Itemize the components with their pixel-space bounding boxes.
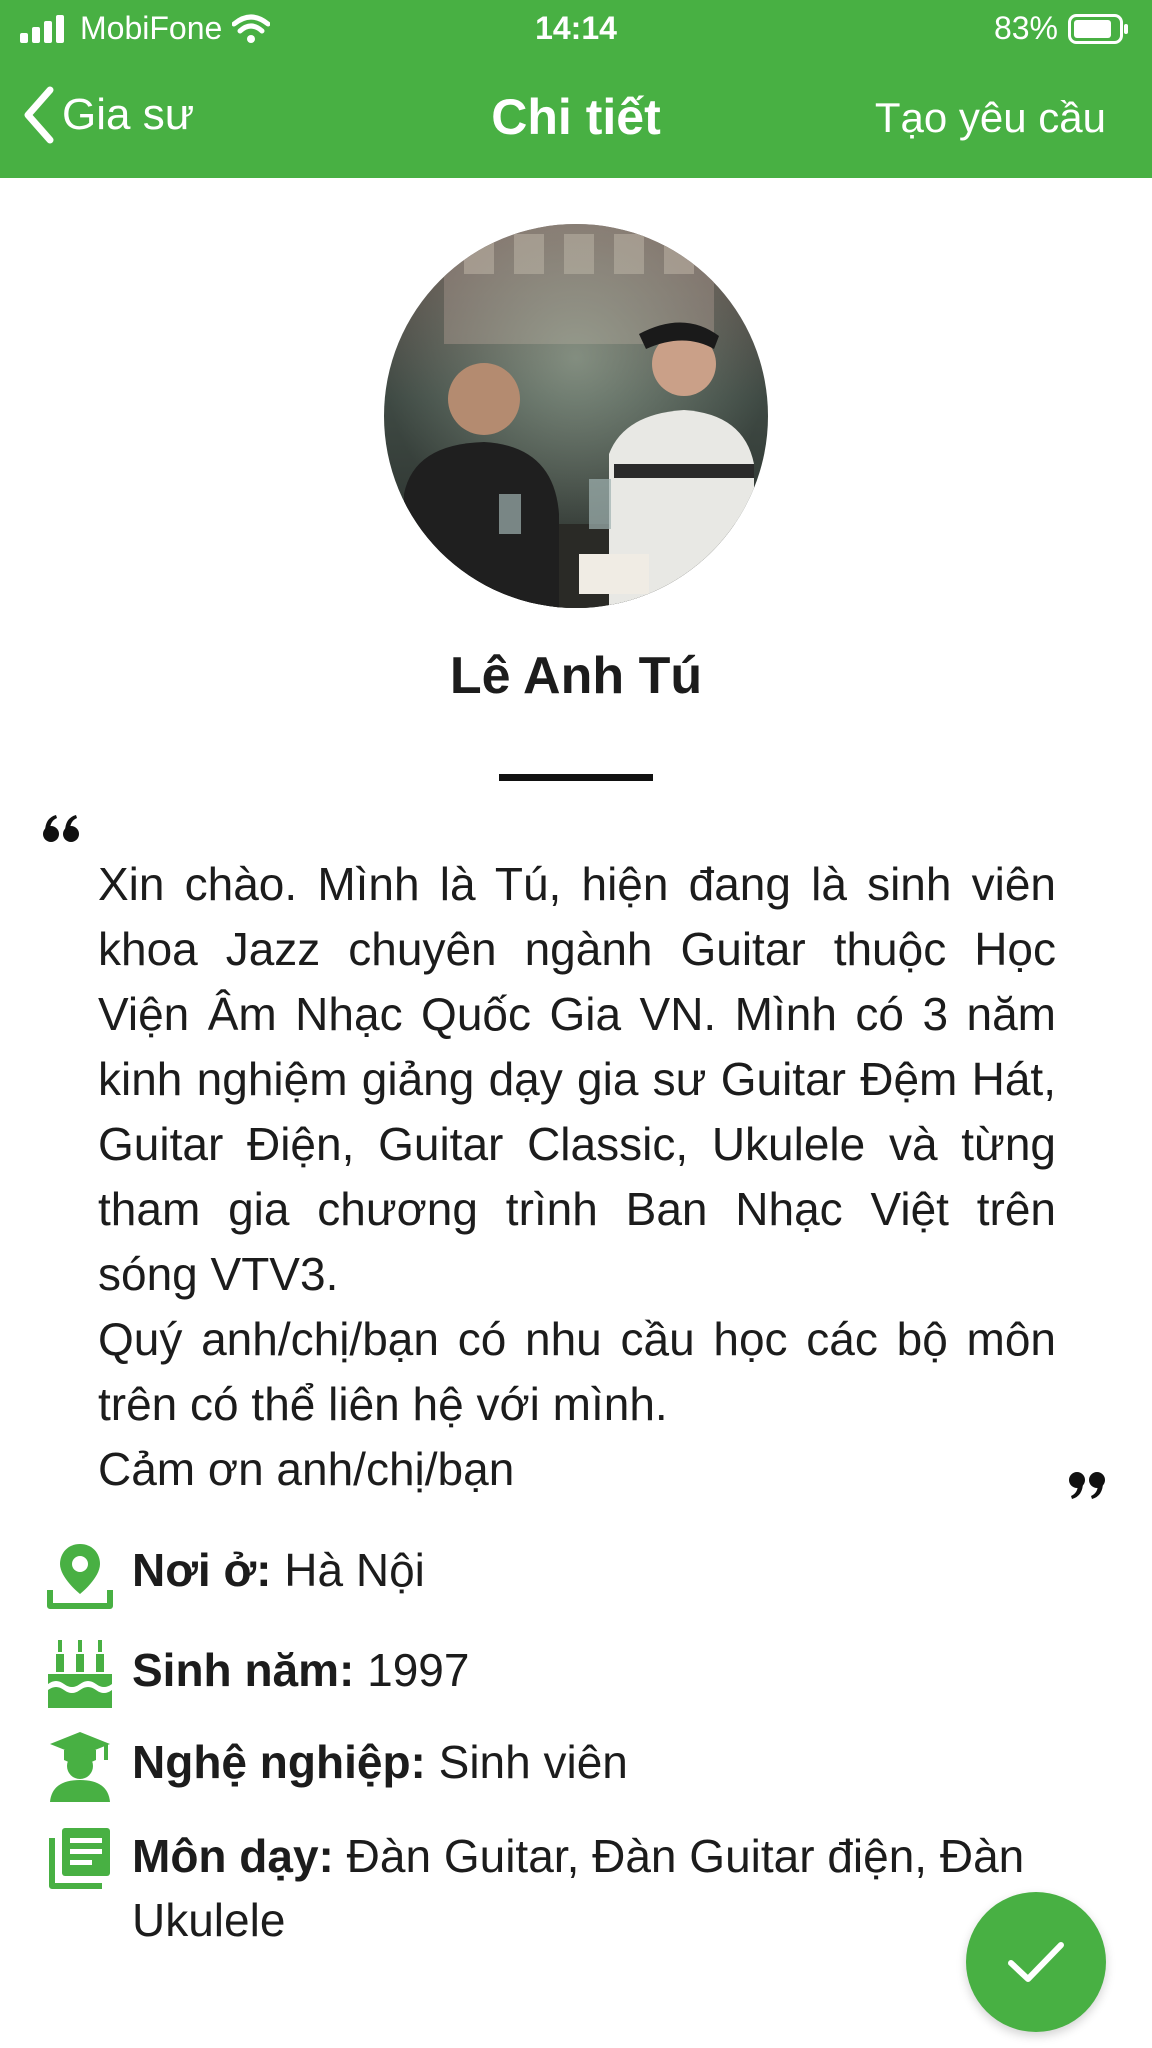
tutor-bio: Xin chào. Mình là Tú, hiện đang là sinh …	[98, 852, 1056, 1502]
subjects-label: Môn dạy:	[132, 1830, 334, 1882]
back-button[interactable]: Gia sư	[22, 86, 194, 144]
quote-close-icon	[1069, 1472, 1105, 1499]
birth-year-value: 1997	[367, 1644, 470, 1696]
occupation-label: Nghệ nghiệp:	[132, 1736, 426, 1788]
tutor-name: Lê Anh Tú	[449, 647, 703, 705]
occupation-text: Nghệ nghiệp: Sinh viên	[132, 1730, 1072, 1794]
nav-bar: Gia sư Chi tiết Tạo yêu cầu	[0, 58, 1152, 178]
name-divider	[499, 774, 653, 781]
birthday-cake-icon	[48, 1640, 112, 1708]
battery-icon	[1068, 13, 1128, 44]
birth-year-label: Sinh năm:	[132, 1644, 355, 1696]
bio-paragraph: Xin chào. Mình là Tú, hiện đang là sinh …	[98, 858, 1056, 1300]
confirm-fab-button[interactable]	[966, 1892, 1106, 2032]
birth-year-text: Sinh năm: 1997	[132, 1638, 1072, 1702]
location-pin-icon	[47, 1544, 113, 1609]
avatar	[384, 224, 768, 608]
status-right: 83%	[994, 10, 1130, 47]
chevron-left-icon	[24, 86, 54, 144]
create-request-button[interactable]: Tạo yêu cầu	[875, 94, 1106, 142]
graduate-icon	[50, 1732, 110, 1802]
residence-text: Nơi ở: Hà Nội	[132, 1538, 1072, 1602]
bio-paragraph: Cảm ơn anh/chị/bạn	[98, 1443, 515, 1495]
battery-percent: 83%	[993, 10, 1058, 46]
avatar-photo	[384, 224, 768, 608]
quote-open-icon	[43, 815, 79, 842]
residence-value: Hà Nội	[284, 1544, 425, 1596]
occupation-value: Sinh viên	[438, 1736, 628, 1788]
status-time: 14:14	[535, 10, 617, 46]
status-bar: MobiFone 14:14 83%	[0, 0, 1152, 58]
checkmark-icon	[1008, 1942, 1064, 1982]
residence-label: Nơi ở:	[132, 1544, 272, 1596]
bio-paragraph: Quý anh/chị/bạn có nhu cầu học các bộ mô…	[98, 1313, 1056, 1430]
subjects-text: Môn dạy: Đàn Guitar, Đàn Guitar điện, Đà…	[132, 1824, 1072, 1952]
back-label: Gia sư	[62, 90, 195, 139]
book-list-icon	[49, 1828, 110, 1889]
